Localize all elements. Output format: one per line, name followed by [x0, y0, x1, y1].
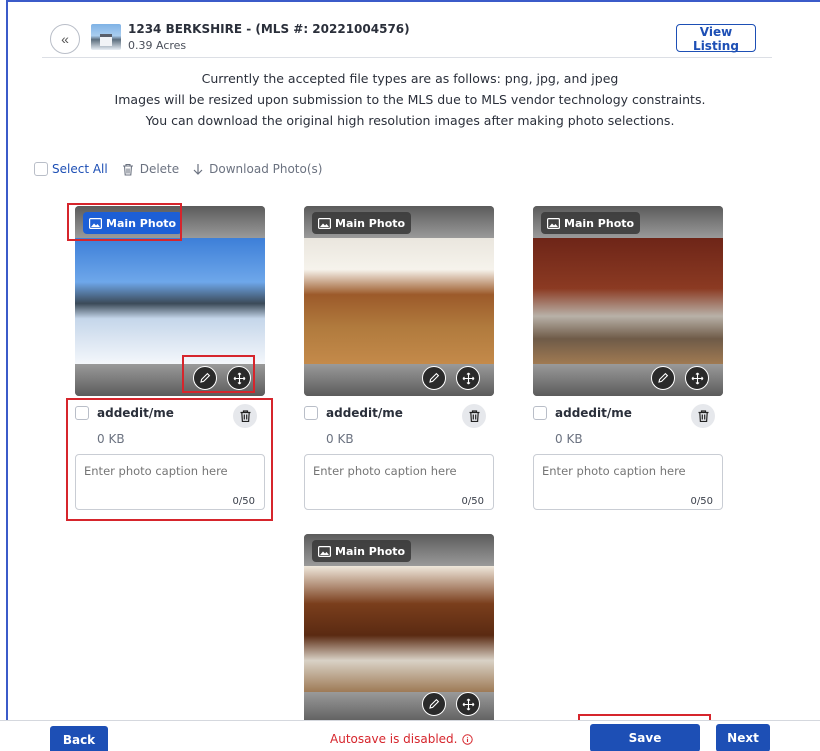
delete-photo-button[interactable] [233, 404, 257, 428]
arrow-down-icon[interactable] [193, 163, 203, 175]
caption-char-counter: 0/50 [461, 496, 484, 507]
double-chevron-left-icon: « [61, 31, 69, 47]
photo-toolbar: Select All Delete Download Photo(s) [34, 160, 336, 178]
notice-line: Images will be resized upon submission t… [114, 92, 706, 107]
main-photo-badge[interactable]: Main Photo [541, 212, 641, 234]
move-icon [233, 372, 245, 384]
photo-filename: addedit/me [97, 406, 174, 420]
move-icon [462, 372, 474, 384]
photo-select-checkbox[interactable] [75, 406, 89, 420]
pencil-icon [658, 372, 669, 383]
photo-select-checkbox[interactable] [304, 406, 318, 420]
image-icon [547, 217, 560, 229]
photo-filesize: 0 KB [326, 432, 354, 446]
trash-icon [240, 410, 250, 422]
collapse-back-button[interactable]: « [50, 24, 80, 54]
select-all-checkbox[interactable] [34, 162, 48, 176]
pencil-icon [200, 372, 211, 383]
main-photo-label: Main Photo [564, 216, 635, 230]
move-photo-button[interactable] [227, 366, 251, 390]
trash-icon [698, 410, 708, 422]
photo-preview[interactable]: Main Photo [533, 206, 723, 396]
upload-notice: Currently the accepted file types are as… [60, 68, 760, 131]
delete-photo-button[interactable] [462, 404, 486, 428]
photo-filename: addedit/me [326, 406, 403, 420]
move-photo-button[interactable] [456, 366, 480, 390]
edit-photo-button[interactable] [422, 692, 446, 716]
photo-preview[interactable]: Main Photo [304, 206, 494, 396]
notice-line: You can download the original high resol… [145, 113, 675, 128]
listing-title: 1234 BERKSHIRE - (MLS #: 20221004576) [128, 22, 410, 36]
move-icon [691, 372, 703, 384]
info-icon [461, 733, 473, 745]
edit-photo-button[interactable] [422, 366, 446, 390]
pencil-icon [429, 372, 440, 383]
photo-preview[interactable]: Main Photo [304, 534, 494, 724]
main-photo-label: Main Photo [335, 216, 406, 230]
move-photo-button[interactable] [456, 692, 480, 716]
download-photos-button[interactable]: Download Photo(s) [209, 162, 322, 176]
view-listing-button[interactable]: View Listing [676, 24, 756, 53]
edit-photo-button[interactable] [651, 366, 675, 390]
photo-filesize: 0 KB [555, 432, 583, 446]
main-photo-badge[interactable]: Main Photo [312, 212, 412, 234]
delete-photo-button[interactable] [691, 404, 715, 428]
listing-acres: 0.39 Acres [128, 39, 187, 52]
save-button[interactable]: Save [590, 724, 700, 751]
edit-photo-button[interactable] [193, 366, 217, 390]
pencil-icon [429, 698, 440, 709]
image-icon [318, 217, 331, 229]
trash-icon[interactable] [122, 163, 134, 176]
main-photo-label: Main Photo [106, 216, 177, 230]
main-photo-badge[interactable]: Main Photo [312, 540, 412, 562]
move-photo-button[interactable] [685, 366, 709, 390]
back-button[interactable]: Back [50, 726, 108, 751]
select-all-label[interactable]: Select All [52, 162, 108, 176]
photo-filename: addedit/me [555, 406, 632, 420]
caption-char-counter: 0/50 [690, 496, 713, 507]
notice-line: Currently the accepted file types are as… [201, 71, 619, 86]
autosave-text: Autosave is disabled. [330, 732, 458, 746]
photo-filesize: 0 KB [97, 432, 125, 446]
move-icon [462, 698, 474, 710]
photo-select-checkbox[interactable] [533, 406, 547, 420]
listing-thumbnail [91, 24, 121, 50]
main-photo-label: Main Photo [335, 544, 406, 558]
next-button[interactable]: Next [716, 724, 770, 751]
main-photo-badge[interactable]: Main Photo [83, 212, 183, 234]
photo-preview[interactable]: Main Photo [75, 206, 265, 396]
caption-char-counter: 0/50 [232, 496, 255, 507]
listing-header: « 1234 BERKSHIRE - (MLS #: 20221004576) … [42, 0, 772, 58]
autosave-status: Autosave is disabled. [330, 732, 473, 746]
delete-button[interactable]: Delete [140, 162, 179, 176]
image-icon [89, 217, 102, 229]
trash-icon [469, 410, 479, 422]
image-icon [318, 545, 331, 557]
